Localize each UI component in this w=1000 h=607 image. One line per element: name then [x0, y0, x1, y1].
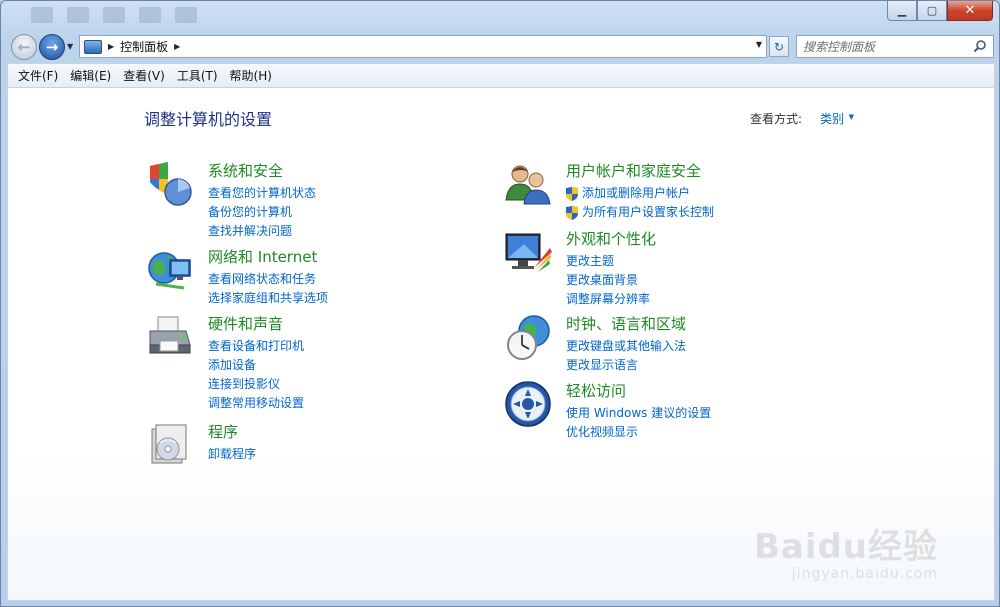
link-view-devices-printers[interactable]: 查看设备和打印机	[208, 337, 304, 356]
minimize-icon: ▁	[897, 4, 907, 17]
users-icon[interactable]	[504, 160, 552, 208]
content-pane: 调整计算机的设置 查看方式: 类别 ▼ 系统和安全 查看您的计算机状态 备份您的…	[7, 87, 995, 601]
back-arrow-icon: ←	[17, 38, 31, 56]
control-panel-icon	[84, 39, 102, 54]
baidu-watermark-url: jingyan.baidu.com	[791, 566, 938, 582]
search-box	[796, 35, 994, 58]
system-security-shield-icon[interactable]	[146, 160, 194, 208]
page-title: 调整计算机的设置	[144, 110, 273, 129]
baidu-watermark-logo-text: Baidu经验	[753, 527, 938, 567]
navigation-bar: ← → ▼ ▶ 控制面板 ▶ ▼ ↻	[1, 31, 999, 61]
category-title-programs[interactable]: 程序	[208, 421, 238, 442]
link-connect-projector[interactable]: 连接到投影仪	[208, 375, 304, 394]
address-dropdown-icon[interactable]: ▼	[756, 40, 762, 49]
view-by-dropdown[interactable]: 类别	[820, 110, 844, 127]
link-parental-controls-label: 为所有用户设置家长控制	[582, 205, 715, 219]
category-title-clock-language-region[interactable]: 时钟、语言和区域	[566, 313, 686, 334]
breadcrumb-separator-icon[interactable]: ▶	[174, 42, 180, 51]
background-window-ghost	[31, 7, 241, 25]
link-backup-computer[interactable]: 备份您的计算机	[208, 203, 316, 222]
control-panel-window: ▁ ▢ ✕ ← → ▼ ▶ 控制面板 ▶ ▼ ↻ 文件(F) 编辑(E) 查看(…	[0, 0, 1000, 607]
programs-icon[interactable]	[146, 421, 194, 469]
refresh-button[interactable]: ↻	[769, 36, 789, 57]
link-parental-controls[interactable]: 为所有用户设置家长控制	[566, 203, 714, 222]
link-adjust-resolution[interactable]: 调整屏幕分辨率	[566, 290, 650, 309]
title-bar[interactable]: ▁ ▢ ✕	[1, 1, 999, 31]
menu-help[interactable]: 帮助(H)	[224, 67, 278, 84]
close-icon: ✕	[964, 3, 976, 18]
menu-file[interactable]: 文件(F)	[12, 67, 64, 84]
close-button[interactable]: ✕	[947, 1, 993, 21]
search-icon[interactable]	[973, 39, 987, 53]
maximize-icon: ▢	[926, 4, 938, 17]
link-optimize-visual-display[interactable]: 优化视频显示	[566, 423, 711, 442]
menu-bar: 文件(F) 编辑(E) 查看(V) 工具(T) 帮助(H)	[7, 63, 995, 87]
maximize-button[interactable]: ▢	[917, 1, 947, 21]
baidu-watermark: Baidu经验 jingyan.baidu.com	[754, 519, 938, 582]
forward-arrow-icon: →	[45, 38, 59, 56]
link-mobility-settings[interactable]: 调整常用移动设置	[208, 394, 304, 413]
appearance-monitor-icon[interactable]	[504, 228, 552, 276]
uac-shield-icon	[566, 186, 578, 201]
category-title-user-accounts[interactable]: 用户帐户和家庭安全	[566, 160, 701, 181]
menu-edit[interactable]: 编辑(E)	[64, 67, 117, 84]
link-uninstall-program[interactable]: 卸载程序	[208, 445, 256, 464]
link-add-device[interactable]: 添加设备	[208, 356, 304, 375]
back-button[interactable]: ←	[11, 34, 37, 60]
category-title-network-internet[interactable]: 网络和 Internet	[208, 246, 317, 267]
recent-pages-dropdown-icon[interactable]: ▼	[67, 42, 73, 51]
category-title-ease-of-access[interactable]: 轻松访问	[566, 380, 626, 401]
category-title-system-security[interactable]: 系统和安全	[208, 160, 283, 181]
link-add-remove-accounts[interactable]: 添加或删除用户帐户	[566, 184, 714, 203]
link-change-theme[interactable]: 更改主题	[566, 252, 650, 271]
breadcrumb-separator-icon[interactable]: ▶	[108, 42, 114, 51]
view-by-dropdown-icon[interactable]: ▼	[849, 113, 854, 121]
menu-view[interactable]: 查看(V)	[117, 67, 171, 84]
search-input[interactable]	[803, 39, 963, 54]
refresh-icon: ↻	[773, 39, 785, 54]
printer-icon[interactable]	[146, 313, 194, 361]
link-view-network-status[interactable]: 查看网络状态和任务	[208, 270, 328, 289]
link-view-computer-status[interactable]: 查看您的计算机状态	[208, 184, 316, 203]
forward-button[interactable]: →	[39, 34, 65, 60]
minimize-button[interactable]: ▁	[887, 1, 917, 21]
view-by-label: 查看方式:	[749, 112, 802, 126]
menu-tools[interactable]: 工具(T)	[171, 67, 224, 84]
window-controls: ▁ ▢ ✕	[887, 1, 993, 21]
link-change-display-language[interactable]: 更改显示语言	[566, 356, 686, 375]
link-homegroup-sharing[interactable]: 选择家庭组和共享选项	[208, 289, 328, 308]
category-title-hardware-sound[interactable]: 硬件和声音	[208, 313, 283, 334]
ease-of-access-icon[interactable]	[504, 380, 552, 428]
link-change-desktop-background[interactable]: 更改桌面背景	[566, 271, 650, 290]
baidu-watermark-logo: Baidu经验	[754, 519, 938, 568]
breadcrumb-control-panel[interactable]: 控制面板	[120, 38, 168, 55]
link-change-keyboards[interactable]: 更改键盘或其他输入法	[566, 337, 686, 356]
link-add-remove-accounts-label: 添加或删除用户帐户	[582, 186, 691, 200]
link-recommended-settings[interactable]: 使用 Windows 建议的设置	[566, 404, 711, 423]
uac-shield-icon	[566, 205, 578, 220]
network-globe-icon[interactable]	[146, 246, 194, 294]
category-title-appearance[interactable]: 外观和个性化	[566, 228, 656, 249]
address-bar[interactable]: ▶ 控制面板 ▶ ▼	[79, 35, 767, 58]
clock-globe-icon[interactable]	[504, 313, 552, 361]
link-find-fix-problems[interactable]: 查找并解决问题	[208, 222, 316, 241]
